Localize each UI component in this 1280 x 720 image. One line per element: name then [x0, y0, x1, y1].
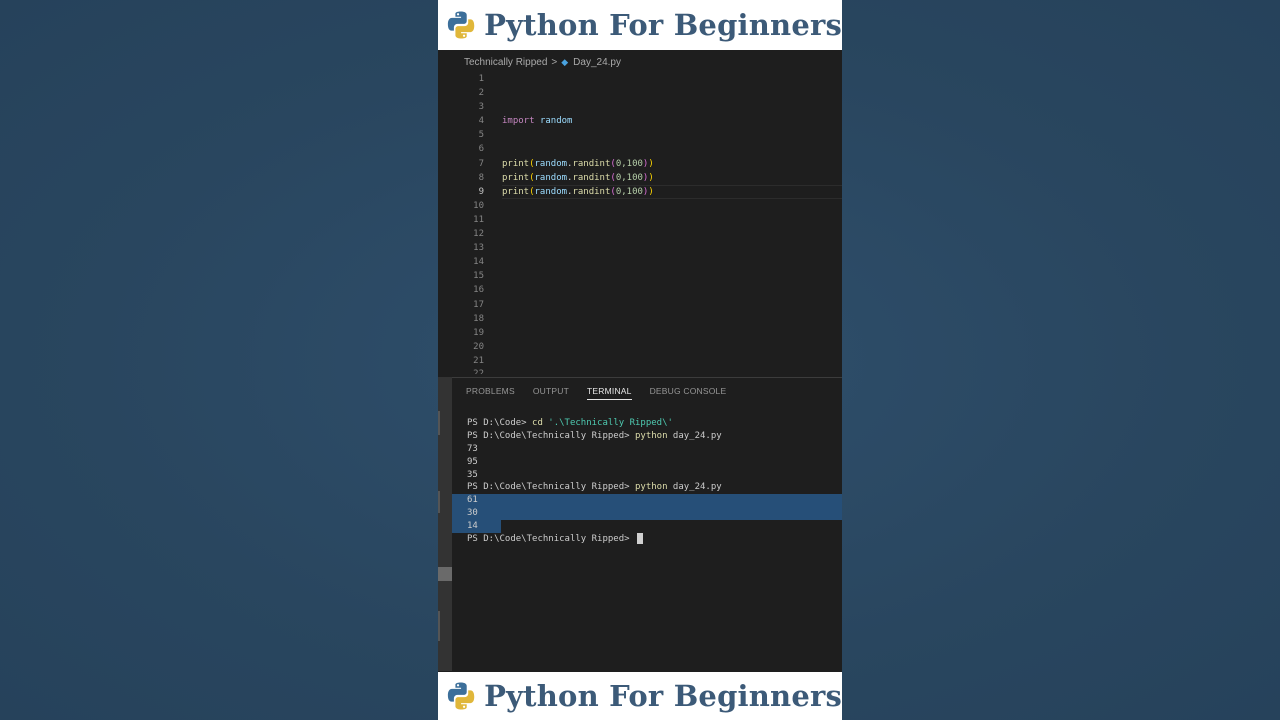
- tab-output[interactable]: OUTPUT: [533, 386, 569, 400]
- terminal-argument: day_24.py: [667, 482, 722, 493]
- terminal-output: 95: [467, 456, 478, 467]
- terminal-output: 73: [467, 443, 478, 454]
- terminal-argument: day_24.py: [667, 430, 722, 441]
- terminal-command: python: [634, 482, 668, 493]
- code-line-print: print(random.randint(0,100)): [502, 172, 654, 183]
- terminal-argument: '.\Technically Ripped\': [542, 418, 673, 428]
- tab-debug-console[interactable]: DEBUG CONSOLE: [650, 386, 727, 400]
- top-banner: Python For Beginners: [438, 0, 842, 50]
- terminal-prompt: PS D:\Code\Technically Ripped>: [467, 482, 635, 493]
- terminal-prompt: PS D:\Code\Technically Ripped>: [467, 430, 635, 441]
- terminal[interactable]: PS D:\Code> cd '.\Technically Ripped\' P…: [452, 417, 842, 546]
- code-line-import: import random: [502, 114, 842, 128]
- line-number: 22: [473, 368, 484, 374]
- line-number: 6: [478, 144, 484, 155]
- banner-title: Python For Beginners: [484, 8, 842, 42]
- randint-call: randint: [572, 172, 611, 183]
- code-editor[interactable]: Technically Ripped > ◆ Day_24.py 1 2 3 4…: [438, 51, 842, 377]
- line-number: 8: [478, 172, 484, 183]
- terminal-prompt: PS D:\Code>: [467, 418, 533, 428]
- randint-args: 0,100: [615, 186, 643, 197]
- line-number: 19: [473, 327, 484, 338]
- print-call: print: [502, 158, 530, 169]
- line-number-active: 9: [478, 186, 484, 197]
- code-line-print: print(random.randint(0,100)): [502, 158, 654, 169]
- randint-call: randint: [572, 158, 611, 169]
- breadcrumb-separator: >: [551, 57, 558, 68]
- terminal-output-selected: 30: [452, 507, 842, 521]
- terminal-cursor: [636, 533, 643, 545]
- line-number: 7: [478, 158, 484, 169]
- terminal-line: PS D:\Code\Technically Ripped> python da…: [452, 430, 842, 443]
- tab-terminal[interactable]: TERMINAL: [587, 386, 632, 400]
- terminal-line: PS D:\Code> cd '.\Technically Ripped\': [452, 417, 842, 430]
- line-number: 11: [473, 214, 484, 225]
- banner-title: Python For Beginners: [484, 679, 842, 713]
- python-logo-icon: [447, 682, 475, 710]
- randint-args: 0,100: [615, 158, 643, 169]
- code-line-print-current: print(random.randint(0,100)): [502, 184, 842, 199]
- line-number: 21: [473, 355, 484, 366]
- line-number: 15: [473, 271, 484, 282]
- module-ref: random: [534, 186, 568, 197]
- line-number: 20: [473, 341, 484, 352]
- import-keyword: import: [502, 116, 535, 127]
- terminal-output: 35: [467, 469, 478, 480]
- line-number: 12: [473, 229, 484, 240]
- line-number: 2: [478, 88, 484, 99]
- panel-tabs: PROBLEMS OUTPUT TERMINAL DEBUG CONSOLE: [466, 386, 744, 400]
- line-number: 18: [473, 313, 484, 324]
- line-number: 1: [478, 74, 484, 84]
- bottom-banner: Python For Beginners: [438, 672, 842, 720]
- line-number: 5: [478, 130, 484, 141]
- video-frame: Python For Beginners Technically Ripped …: [438, 0, 842, 720]
- breadcrumb: Technically Ripped > ◆ Day_24.py: [464, 57, 621, 68]
- breadcrumb-file[interactable]: Day_24.py: [573, 57, 621, 68]
- terminal-output-selected: 14: [452, 520, 842, 534]
- module-name: random: [539, 116, 573, 127]
- bottom-panel: PROBLEMS OUTPUT TERMINAL DEBUG CONSOLE P…: [452, 377, 842, 672]
- terminal-line: PS D:\Code\Technically Ripped> python da…: [452, 481, 842, 494]
- breadcrumb-folder[interactable]: Technically Ripped: [464, 57, 547, 68]
- print-call: print: [502, 186, 530, 197]
- line-number: 10: [473, 200, 484, 211]
- line-number: 16: [473, 285, 484, 296]
- randint-args: 0,100: [615, 172, 643, 183]
- terminal-command: python: [634, 430, 668, 441]
- code-area[interactable]: import random print(random.randint(0,100…: [502, 72, 842, 199]
- print-call: print: [502, 172, 530, 183]
- terminal-command: cd: [532, 418, 543, 428]
- module-ref: random: [534, 172, 568, 183]
- python-file-icon: ◆: [561, 57, 569, 67]
- terminal-prompt: PS D:\Code\Technically Ripped>: [467, 534, 635, 545]
- line-number: 4: [478, 116, 484, 127]
- module-ref: random: [534, 158, 568, 169]
- selected-text: 14: [452, 520, 501, 534]
- python-logo-icon: [447, 11, 475, 39]
- line-number: 3: [478, 102, 484, 113]
- terminal-output-selected: 61: [452, 494, 842, 508]
- randint-call: randint: [572, 186, 611, 197]
- line-number: 14: [473, 257, 484, 268]
- terminal-line: PS D:\Code\Technically Ripped>: [452, 533, 842, 546]
- tab-problems[interactable]: PROBLEMS: [466, 386, 515, 400]
- line-number: 17: [473, 299, 484, 310]
- line-number: 13: [473, 243, 484, 254]
- line-number-gutter: 1 2 3 4 5 6 7 8 9 10 11 12 13 14 15 16 1…: [452, 72, 484, 374]
